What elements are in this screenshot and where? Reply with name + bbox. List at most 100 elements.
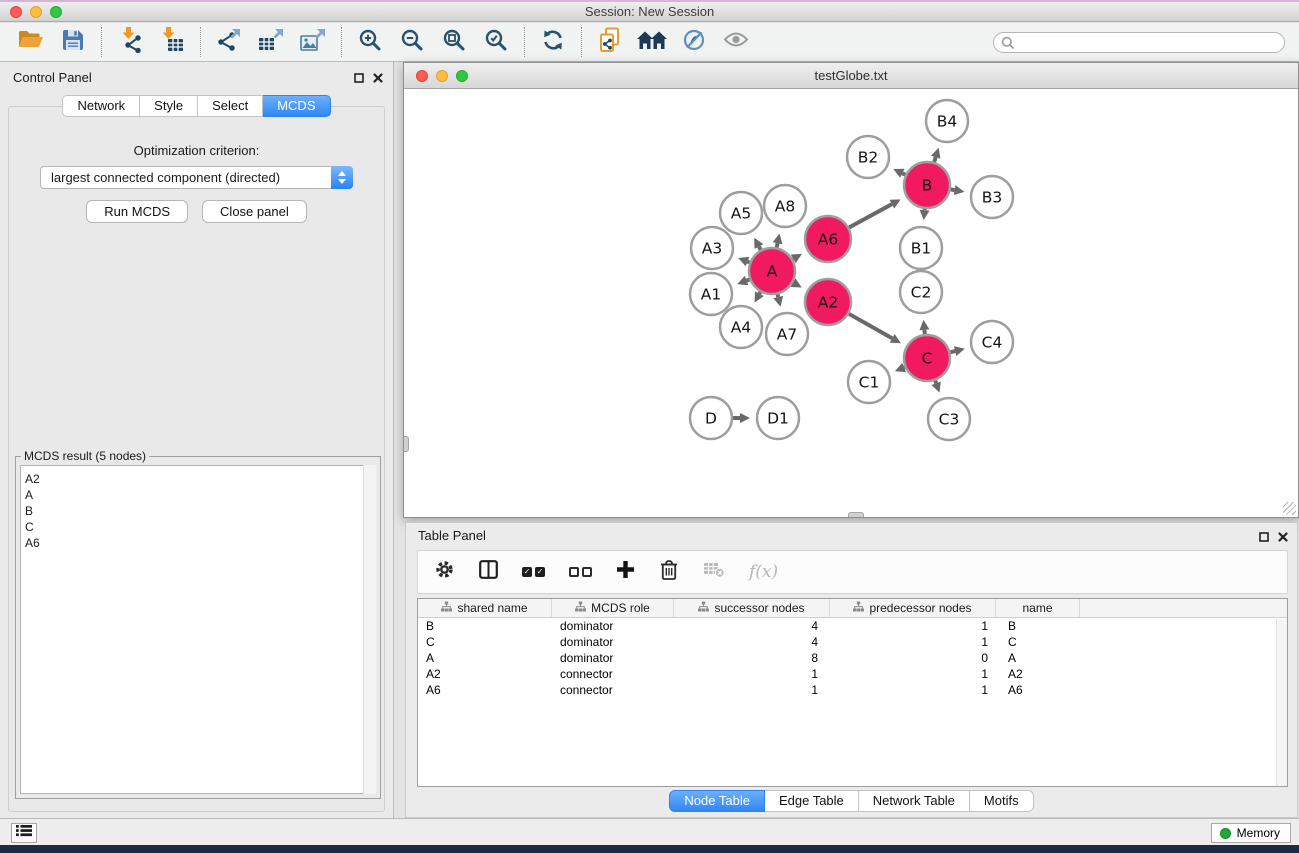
graph-edge-B-B1[interactable]: [920, 209, 930, 220]
graph-node-B[interactable]: B: [904, 162, 950, 208]
float-table-panel-icon[interactable]: [1259, 529, 1269, 547]
result-item[interactable]: C: [21, 519, 375, 535]
graph-node-C3[interactable]: C3: [928, 398, 970, 440]
network-canvas[interactable]: B4B2BB3A8A5A6A3B1AA1C2A2A4A7C4CC1C3DD1: [404, 89, 1298, 517]
graph-edge-A6-B[interactable]: [849, 199, 901, 227]
home-button[interactable]: [631, 25, 673, 59]
zoom-fit-button[interactable]: [433, 25, 475, 59]
table-cell[interactable]: dominator: [552, 651, 674, 665]
graph-edge-C-C4[interactable]: [950, 346, 965, 356]
graph-node-C2[interactable]: C2: [900, 271, 942, 313]
graph-node-A3[interactable]: A3: [691, 227, 733, 269]
tab-network[interactable]: Network: [62, 95, 140, 117]
zoom-in-button[interactable]: [349, 25, 391, 59]
show-graphics-details-button[interactable]: [715, 25, 757, 59]
graph-edge-A-A1[interactable]: [737, 276, 749, 285]
graph-node-D1[interactable]: D1: [757, 397, 799, 439]
float-panel-icon[interactable]: [354, 70, 364, 88]
show-columns-button[interactable]: [479, 560, 498, 584]
export-image-button[interactable]: [292, 25, 334, 59]
hide-graphics-details-button[interactable]: [673, 25, 715, 59]
graph-node-C1[interactable]: C1: [848, 361, 890, 403]
table-row[interactable]: A6connector11A6: [418, 682, 1287, 698]
graph-node-A[interactable]: A: [749, 248, 795, 294]
table-cell[interactable]: A2: [418, 667, 552, 681]
export-table-button[interactable]: [250, 25, 292, 59]
graph-edge-B-B3[interactable]: [951, 185, 965, 195]
graph-edge-A2-C[interactable]: [849, 314, 901, 343]
deselect-all-columns-button[interactable]: [569, 567, 592, 577]
tab-style[interactable]: Style: [140, 95, 198, 117]
table-settings-button[interactable]: [434, 559, 455, 585]
tab-select[interactable]: Select: [198, 95, 263, 117]
graph-edge-C-C3[interactable]: [931, 381, 940, 393]
table-cell[interactable]: connector: [552, 667, 674, 681]
export-network-button[interactable]: [208, 25, 250, 59]
table-row[interactable]: Adominator80A: [418, 650, 1287, 666]
graph-edge-A-A8[interactable]: [773, 233, 783, 247]
delete-column-button[interactable]: [659, 559, 679, 586]
tab-network-table[interactable]: Network Table: [859, 790, 970, 812]
column-header-successor-nodes[interactable]: successor nodes: [674, 599, 830, 617]
table-cell[interactable]: C: [418, 635, 552, 649]
run-mcds-button[interactable]: Run MCDS: [86, 200, 188, 223]
result-item[interactable]: A6: [21, 535, 375, 551]
tab-mcds[interactable]: MCDS: [263, 95, 330, 117]
save-session-button[interactable]: [52, 25, 94, 59]
open-session-button[interactable]: [10, 25, 52, 59]
table-cell[interactable]: connector: [552, 683, 674, 697]
zoom-selected-button[interactable]: [475, 25, 517, 59]
table-cell[interactable]: C: [996, 635, 1080, 649]
graph-node-A1[interactable]: A1: [690, 273, 732, 315]
memory-button[interactable]: Memory: [1211, 823, 1291, 843]
horizontal-scrollbar-handle[interactable]: [848, 512, 864, 517]
graph-edge-B-B4[interactable]: [931, 148, 941, 162]
optimization-criterion-select[interactable]: largest connected component (directed): [40, 166, 353, 189]
delete-table-button[interactable]: [703, 561, 725, 583]
graph-node-A2[interactable]: A2: [805, 279, 851, 325]
clone-network-button[interactable]: [589, 25, 631, 59]
table-cell[interactable]: A2: [996, 667, 1080, 681]
graph-node-A6[interactable]: A6: [805, 216, 851, 262]
zoom-out-button[interactable]: [391, 25, 433, 59]
table-row[interactable]: Bdominator41B: [418, 618, 1287, 634]
graph-node-A5[interactable]: A5: [720, 192, 762, 234]
graph-node-A7[interactable]: A7: [766, 313, 808, 355]
function-builder-button[interactable]: f(x): [749, 562, 778, 582]
table-cell[interactable]: 4: [674, 619, 830, 633]
table-cell[interactable]: 1: [830, 635, 996, 649]
result-list-scrollbar[interactable]: [363, 465, 376, 794]
column-header-predecessor-nodes[interactable]: predecessor nodes: [830, 599, 996, 617]
network-zoom-traffic-light[interactable]: [456, 70, 468, 82]
network-close-traffic-light[interactable]: [416, 70, 428, 82]
column-header-name[interactable]: name: [996, 599, 1080, 617]
table-cell[interactable]: A: [996, 651, 1080, 665]
select-all-columns-button[interactable]: ✓ ✓: [522, 567, 545, 577]
graph-node-B4[interactable]: B4: [926, 100, 968, 142]
graph-edge-D-D1[interactable]: [733, 413, 750, 423]
table-cell[interactable]: 1: [830, 667, 996, 681]
column-header-shared-name[interactable]: shared name: [418, 599, 552, 617]
table-cell[interactable]: 1: [830, 683, 996, 697]
vertical-scrollbar-handle[interactable]: [404, 436, 409, 452]
minimize-traffic-light[interactable]: [30, 6, 42, 18]
network-graph[interactable]: B4B2BB3A8A5A6A3B1AA1C2A2A4A7C4CC1C3DD1: [404, 89, 1298, 517]
graph-edge-A-A3[interactable]: [738, 257, 749, 266]
close-table-panel-icon[interactable]: [1278, 529, 1288, 547]
table-cell[interactable]: 4: [674, 635, 830, 649]
table-row[interactable]: Cdominator41C: [418, 634, 1287, 650]
graph-edge-C-C2[interactable]: [919, 320, 929, 334]
graph-node-B1[interactable]: B1: [900, 227, 942, 269]
graph-node-D[interactable]: D: [690, 397, 732, 439]
search-input[interactable]: [993, 32, 1285, 53]
graph-node-A4[interactable]: A4: [720, 306, 762, 348]
zoom-traffic-light[interactable]: [50, 6, 62, 18]
graph-node-C[interactable]: C: [904, 335, 950, 381]
table-cell[interactable]: 1: [830, 619, 996, 633]
graph-edge-B-B2[interactable]: [893, 169, 905, 178]
result-item[interactable]: A2: [21, 471, 375, 487]
table-cell[interactable]: A: [418, 651, 552, 665]
table-row[interactable]: A2connector11A2: [418, 666, 1287, 682]
graph-node-B2[interactable]: B2: [847, 136, 889, 178]
table-cell[interactable]: B: [418, 619, 552, 633]
